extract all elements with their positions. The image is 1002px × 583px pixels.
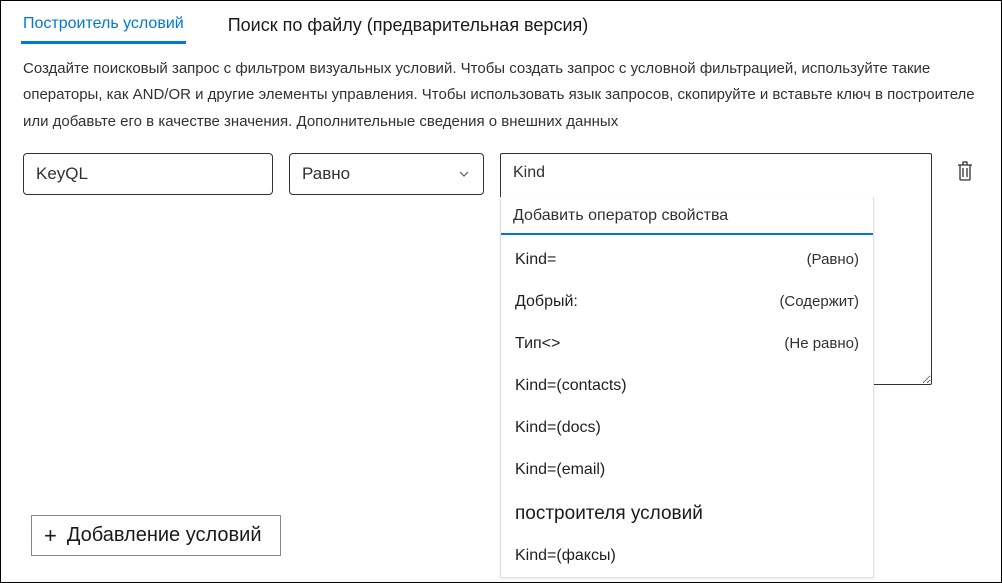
condition-row: KeyQL Равно Добавить оператор свойства K… (1, 135, 1001, 388)
dropdown-item-hint: (Не равно) (784, 335, 859, 352)
dropdown-item-label: Kind=(факсы) (515, 547, 616, 565)
dropdown-item-label: Добрый: (515, 293, 578, 311)
dropdown-item[interactable]: Kind=(contacts) (501, 365, 873, 407)
dropdown-list: Kind= (Равно) Добрый: (Содержит) Тип<> (… (501, 235, 873, 577)
dropdown-item[interactable]: Тип<> (Не равно) (501, 323, 873, 365)
dropdown-item[interactable]: Kind=(docs) (501, 407, 873, 449)
dropdown-item-label: Kind=(email) (515, 461, 605, 479)
value-area: Добавить оператор свойства Kind= (Равно)… (500, 153, 931, 388)
key-field[interactable]: KeyQL (23, 153, 273, 195)
dropdown-item-label: Kind=(contacts) (515, 377, 627, 395)
tab-condition-builder[interactable]: Построитель условий (21, 5, 186, 44)
plus-icon: + (44, 525, 57, 547)
dropdown-section-label: построителя условий (501, 491, 873, 535)
property-operator-dropdown: Добавить оператор свойства Kind= (Равно)… (500, 197, 874, 578)
trash-icon (955, 160, 975, 185)
operator-field-value: Равно (302, 164, 350, 184)
add-condition-row: + Добавление условий (31, 515, 281, 556)
chevron-down-icon (457, 167, 471, 181)
dropdown-header: Добавить оператор свойства (501, 197, 873, 235)
dropdown-item[interactable]: Kind= (Равно) (501, 239, 873, 281)
dropdown-item[interactable]: Kind=(email) (501, 449, 873, 491)
dropdown-item-label: Тип<> (515, 335, 560, 353)
dropdown-item-label: Kind= (515, 251, 556, 269)
dropdown-item[interactable]: Kind=(факсы) (501, 535, 873, 577)
tabs-container: Построитель условий Поиск по файлу (пред… (1, 1, 1001, 44)
dropdown-item[interactable]: Добрый: (Содержит) (501, 281, 873, 323)
delete-condition-button[interactable] (951, 159, 979, 187)
operator-field[interactable]: Равно (289, 153, 484, 195)
add-condition-label: Добавление условий (67, 524, 262, 547)
add-condition-button[interactable]: + Добавление условий (31, 515, 281, 556)
dropdown-item-label: Kind=(docs) (515, 419, 601, 437)
key-field-value: KeyQL (36, 164, 88, 184)
description-text: Создайте поисковый запрос с фильтром виз… (1, 44, 1001, 135)
dropdown-item-hint: (Равно) (807, 251, 859, 268)
dropdown-item-hint: (Содержит) (779, 293, 859, 310)
tab-file-search[interactable]: Поиск по файлу (предварительная версия) (226, 5, 591, 44)
